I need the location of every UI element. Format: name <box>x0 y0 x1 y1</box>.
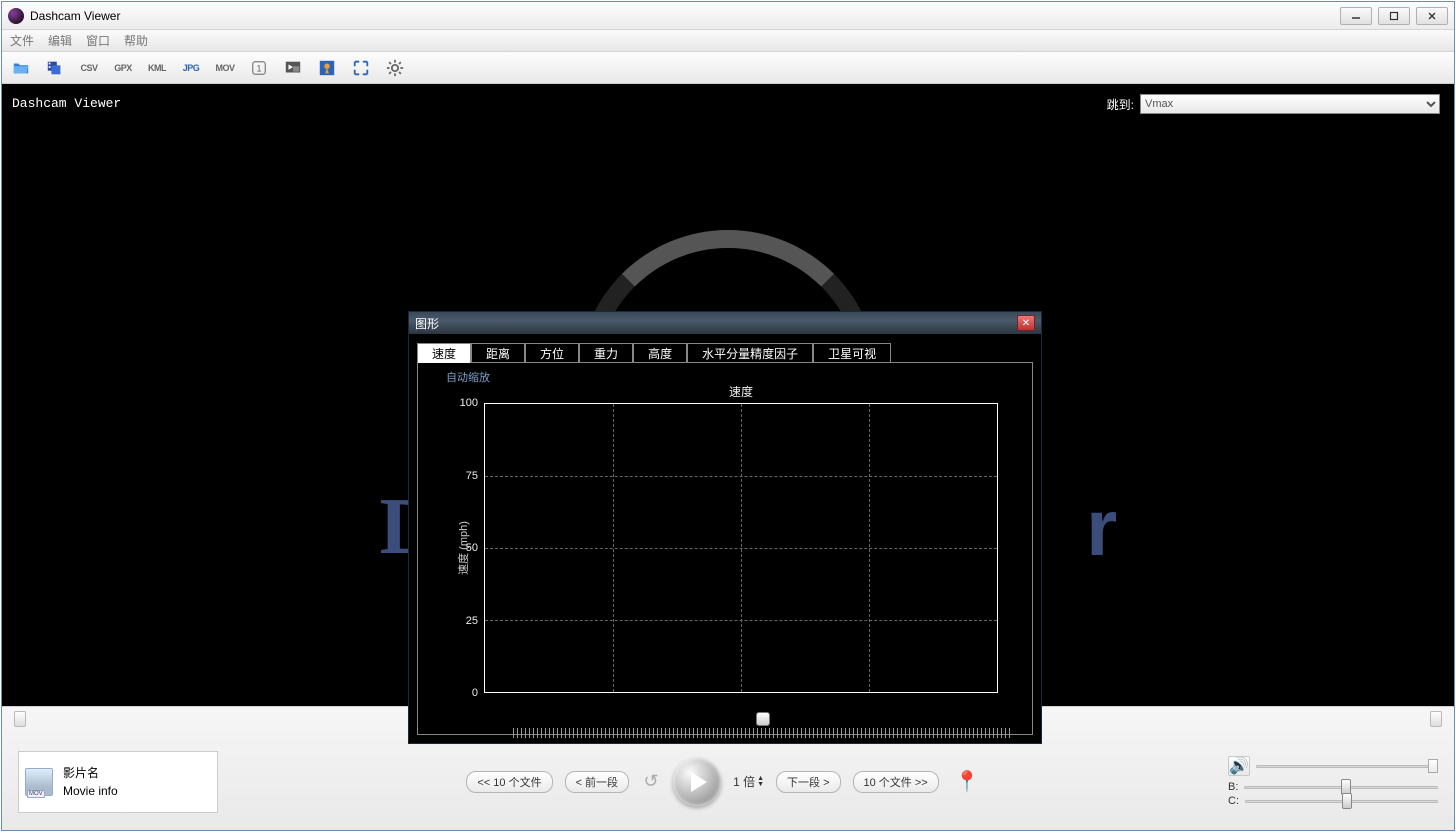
menu-window[interactable]: 窗口 <box>86 32 110 49</box>
geo-pin-icon[interactable]: 📍 <box>955 769 980 794</box>
titlebar: Dashcam Viewer <box>2 2 1454 30</box>
movies-icon[interactable] <box>44 57 66 79</box>
tab-hdop[interactable]: 水平分量精度因子 <box>687 343 813 363</box>
ytick-100: 100 <box>460 397 478 409</box>
tab-gforce[interactable]: 重力 <box>579 343 633 363</box>
playback-controls: << 10 个文件 < 前一段 ↺ 1 倍 ▲▼ 下一段 > 10 个文件 >>… <box>218 758 1228 806</box>
export-kml-button[interactable]: KML <box>146 57 168 79</box>
graph-titlebar[interactable]: 图形 ✕ <box>409 312 1041 334</box>
close-button[interactable] <box>1416 7 1448 25</box>
menu-file[interactable]: 文件 <box>10 32 34 49</box>
tab-altitude[interactable]: 高度 <box>633 343 687 363</box>
video-area: Dashcam Viewer 跳到: Vmax Dr 图形 ✕ 速度 距离 方位… <box>2 84 1454 706</box>
volume-icon[interactable]: 🔊 <box>1228 756 1250 776</box>
volume-slider[interactable] <box>1256 759 1438 773</box>
playback-rate: 1 倍 ▲▼ <box>733 773 764 790</box>
fullscreen-icon[interactable] <box>350 57 372 79</box>
graph-window: 图形 ✕ 速度 距离 方位 重力 高度 水平分量精度因子 卫星可视 自动缩放 速… <box>408 311 1042 744</box>
seek-end-handle[interactable] <box>1430 711 1442 727</box>
maximize-button[interactable] <box>1378 7 1410 25</box>
map-marker-icon[interactable] <box>316 57 338 79</box>
movie-file-icon <box>25 768 53 796</box>
rate-label: 1 倍 <box>733 773 755 790</box>
logo-text-right: r <box>1086 482 1117 574</box>
chart-plot-area <box>484 403 998 693</box>
seek-bar <box>2 707 1454 733</box>
movie-info-box: 影片名 Movie info <box>18 751 218 813</box>
jump-to-control: 跳到: Vmax <box>1107 94 1440 114</box>
tab-distance[interactable]: 距离 <box>471 343 525 363</box>
seek-ruler <box>513 728 1013 738</box>
video-overlay-label: Dashcam Viewer <box>12 96 121 111</box>
rate-spinner[interactable]: ▲▼ <box>757 776 764 788</box>
menu-edit[interactable]: 编辑 <box>48 32 72 49</box>
contrast-label: C: <box>1228 795 1239 807</box>
export-mov-button[interactable]: MOV <box>214 57 236 79</box>
replay-icon[interactable]: ↺ <box>641 772 661 792</box>
app-icon <box>8 8 24 24</box>
pip-view-button[interactable] <box>282 57 304 79</box>
tab-speed[interactable]: 速度 <box>417 343 471 363</box>
next-10-files-button[interactable]: 10 个文件 >> <box>853 771 939 793</box>
open-folder-icon[interactable] <box>10 57 32 79</box>
jump-label: 跳到: <box>1107 96 1134 113</box>
menubar: 文件 编辑 窗口 帮助 <box>2 30 1454 52</box>
seek-thumb[interactable] <box>756 712 770 726</box>
ytick-25: 25 <box>466 615 478 627</box>
tab-bearing[interactable]: 方位 <box>525 343 579 363</box>
brightness-slider[interactable] <box>1244 780 1438 794</box>
chart-title: 速度 <box>729 383 753 400</box>
graph-tabs: 速度 距离 方位 重力 高度 水平分量精度因子 卫星可视 <box>417 342 1033 362</box>
prev-segment-button[interactable]: < 前一段 <box>565 771 629 793</box>
ytick-0: 0 <box>472 687 478 699</box>
ytick-75: 75 <box>466 470 478 482</box>
prev-10-files-button[interactable]: << 10 个文件 <box>466 771 552 793</box>
graph-body: 速度 距离 方位 重力 高度 水平分量精度因子 卫星可视 自动缩放 速度 速度 … <box>409 334 1041 743</box>
minimize-button[interactable] <box>1340 7 1372 25</box>
bottom-panel: 影片名 Movie info << 10 个文件 < 前一段 ↺ 1 倍 ▲▼ … <box>2 706 1454 830</box>
ytick-50: 50 <box>466 542 478 554</box>
settings-icon[interactable] <box>384 57 406 79</box>
menu-help[interactable]: 帮助 <box>124 32 148 49</box>
seek-start-handle[interactable] <box>14 711 26 727</box>
contrast-slider[interactable] <box>1245 794 1438 808</box>
speed-chart: 速度 速度 (mph) 100 75 50 25 <box>484 403 998 693</box>
controls-row: 影片名 Movie info << 10 个文件 < 前一段 ↺ 1 倍 ▲▼ … <box>2 733 1454 830</box>
graph-close-button[interactable]: ✕ <box>1017 315 1035 331</box>
single-view-button[interactable]: 1 <box>248 57 270 79</box>
seek-track[interactable] <box>34 716 1422 722</box>
app-window: Dashcam Viewer 文件 编辑 窗口 帮助 CSV GPX KML J… <box>1 1 1455 831</box>
graph-window-title: 图形 <box>415 315 439 332</box>
jump-select[interactable]: Vmax <box>1140 94 1440 114</box>
export-jpg-button[interactable]: JPG <box>180 57 202 79</box>
app-title: Dashcam Viewer <box>30 9 1340 23</box>
next-segment-button[interactable]: 下一段 > <box>776 771 840 793</box>
svg-text:1: 1 <box>256 63 261 73</box>
chart-frame: 自动缩放 速度 速度 (mph) 100 75 <box>417 362 1033 735</box>
toolbar: CSV GPX KML JPG MOV 1 <box>2 52 1454 84</box>
movie-info-label: Movie info <box>63 782 118 800</box>
right-sliders: 🔊 B: C: <box>1228 756 1438 808</box>
brightness-label: B: <box>1228 781 1238 793</box>
tab-satellites[interactable]: 卫星可视 <box>813 343 891 363</box>
play-button[interactable] <box>673 758 721 806</box>
window-buttons <box>1340 7 1448 25</box>
movie-title-label: 影片名 <box>63 764 118 782</box>
export-csv-button[interactable]: CSV <box>78 57 100 79</box>
export-gpx-button[interactable]: GPX <box>112 57 134 79</box>
